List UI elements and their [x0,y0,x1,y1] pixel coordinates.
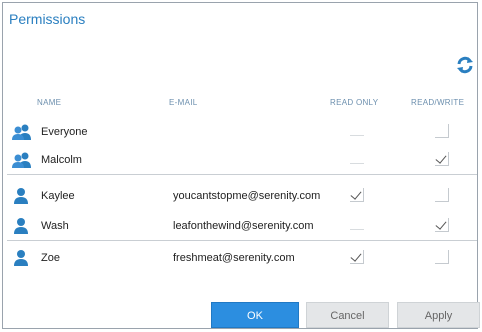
column-header-email[interactable]: E-MAIL [169,98,197,107]
list-item: Zoe freshmeat@serenity.com [7,245,477,272]
permissions-dialog: Permissions NAME E-MAIL READ ONLY READ/W… [2,2,480,329]
row-email: freshmeat@serenity.com [173,252,295,264]
read-write-checkbox[interactable] [435,188,449,202]
row-name: Everyone [41,126,88,138]
group-icon [11,151,33,169]
user-icon [11,249,33,267]
cancel-button[interactable]: Cancel [306,302,389,328]
list-item: Everyone [7,119,477,146]
check-icon [350,188,362,200]
user-icon [11,217,33,235]
check-icon [435,152,447,164]
read-write-checkbox[interactable] [435,218,449,232]
read-write-checkbox[interactable] [435,124,449,138]
group-icon [11,123,33,141]
list-item: Kaylee youcantstopme@serenity.com [7,183,477,210]
row-name: Kaylee [41,190,75,202]
read-only-checkbox [350,222,364,230]
apply-button[interactable]: Apply [397,302,480,328]
dialog-title: Permissions [9,11,86,27]
column-header-name[interactable]: NAME [37,98,61,107]
row-email: youcantstopme@serenity.com [173,190,321,202]
list-item: Wash leafonthewind@serenity.com [7,213,477,241]
check-icon [350,250,362,262]
list-item: Malcolm [7,147,477,175]
read-write-checkbox[interactable] [435,250,449,264]
read-write-checkbox[interactable] [435,152,449,166]
row-name: Malcolm [41,154,82,166]
user-icon [11,187,33,205]
row-name: Zoe [41,252,60,264]
read-only-checkbox [350,128,364,136]
refresh-icon[interactable] [455,55,475,75]
column-header-read-write[interactable]: READ/WRITE [411,98,464,107]
read-only-checkbox[interactable] [350,250,364,264]
check-icon [435,218,447,230]
read-only-checkbox [350,156,364,164]
row-name: Wash [41,220,69,232]
row-email: leafonthewind@serenity.com [173,220,314,232]
ok-button[interactable]: OK [211,302,299,328]
read-only-checkbox[interactable] [350,188,364,202]
column-header-read-only[interactable]: READ ONLY [330,98,378,107]
